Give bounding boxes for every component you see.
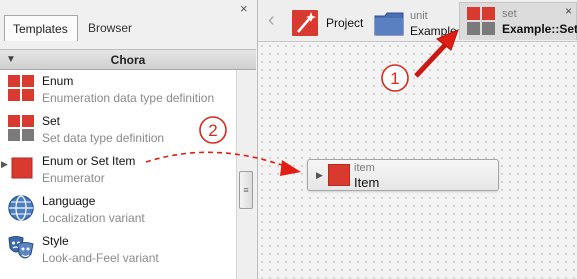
theatre-masks-icon: [8, 236, 34, 259]
template-item-description: Enumeration data type definition: [42, 91, 215, 105]
breadcrumb-label: Example: [410, 24, 457, 38]
template-item-name: Set: [42, 114, 61, 128]
node-kind: item: [354, 162, 375, 174]
templates-panel: Templates Browser × ▼ Chora Enum Enumera…: [0, 0, 258, 279]
diagram-canvas[interactable]: ▶ item Item: [258, 42, 577, 279]
breadcrumb-label: Example::Set: [502, 22, 577, 36]
vertical-scrollbar[interactable]: ≡: [236, 70, 256, 279]
breadcrumb-label: Project: [326, 16, 364, 30]
section-title: Chora: [110, 53, 146, 67]
breadcrumb: ‹ Project unit Example set Example::Set …: [258, 0, 577, 42]
close-icon[interactable]: ×: [565, 4, 572, 18]
item-node[interactable]: ▶ item Item: [307, 159, 499, 191]
close-icon[interactable]: ×: [240, 2, 248, 16]
set-icon: [8, 115, 34, 141]
globe-icon: [8, 195, 34, 221]
template-item-style[interactable]: Style Look-and-Feel variant: [0, 230, 236, 270]
breadcrumb-kind: set: [502, 8, 517, 20]
breadcrumb-set-active[interactable]: set Example::Set ×: [459, 2, 577, 40]
folder-icon: [374, 12, 404, 36]
template-item-description: Enumerator: [42, 171, 105, 185]
template-item-description: Look-and-Feel variant: [42, 251, 159, 265]
item-icon: [11, 157, 33, 179]
node-label: Item: [354, 175, 380, 190]
enum-icon: [8, 75, 34, 101]
breadcrumb-project[interactable]: Project: [290, 6, 370, 38]
template-item-name: Enum or Set Item: [42, 154, 136, 168]
editor-area: ‹ Project unit Example set Example::Set …: [258, 0, 577, 279]
template-item-description: Set data type definition: [42, 131, 165, 145]
template-item-name: Style: [42, 234, 69, 248]
template-item-description: Localization variant: [42, 211, 145, 225]
template-item-language[interactable]: Language Localization variant: [0, 190, 236, 230]
breadcrumb-kind: unit: [410, 10, 428, 22]
tab-templates[interactable]: Templates: [4, 15, 78, 41]
scrollbar-thumb[interactable]: ≡: [239, 171, 253, 209]
section-header-chora[interactable]: ▼ Chora: [0, 49, 256, 70]
template-item-set[interactable]: Set Set data type definition: [0, 110, 236, 150]
breadcrumb-unit[interactable]: unit Example: [374, 6, 464, 38]
project-wand-icon: [292, 10, 318, 36]
template-item-name: Language: [42, 194, 96, 208]
template-list: Enum Enumeration data type definition Se…: [0, 70, 236, 279]
item-icon: [328, 164, 350, 186]
tab-browser[interactable]: Browser: [80, 15, 146, 41]
expand-triangle-icon[interactable]: ▶: [316, 170, 323, 181]
template-item-enum[interactable]: Enum Enumeration data type definition: [0, 70, 236, 110]
panel-tabbar: Templates Browser ×: [0, 0, 258, 42]
set-icon: [467, 7, 495, 35]
template-item-name: Enum: [42, 74, 74, 88]
template-item-enum-or-set-item[interactable]: ▶ Enum or Set Item Enumerator: [0, 150, 236, 190]
back-chevron-icon[interactable]: ‹: [268, 9, 275, 32]
